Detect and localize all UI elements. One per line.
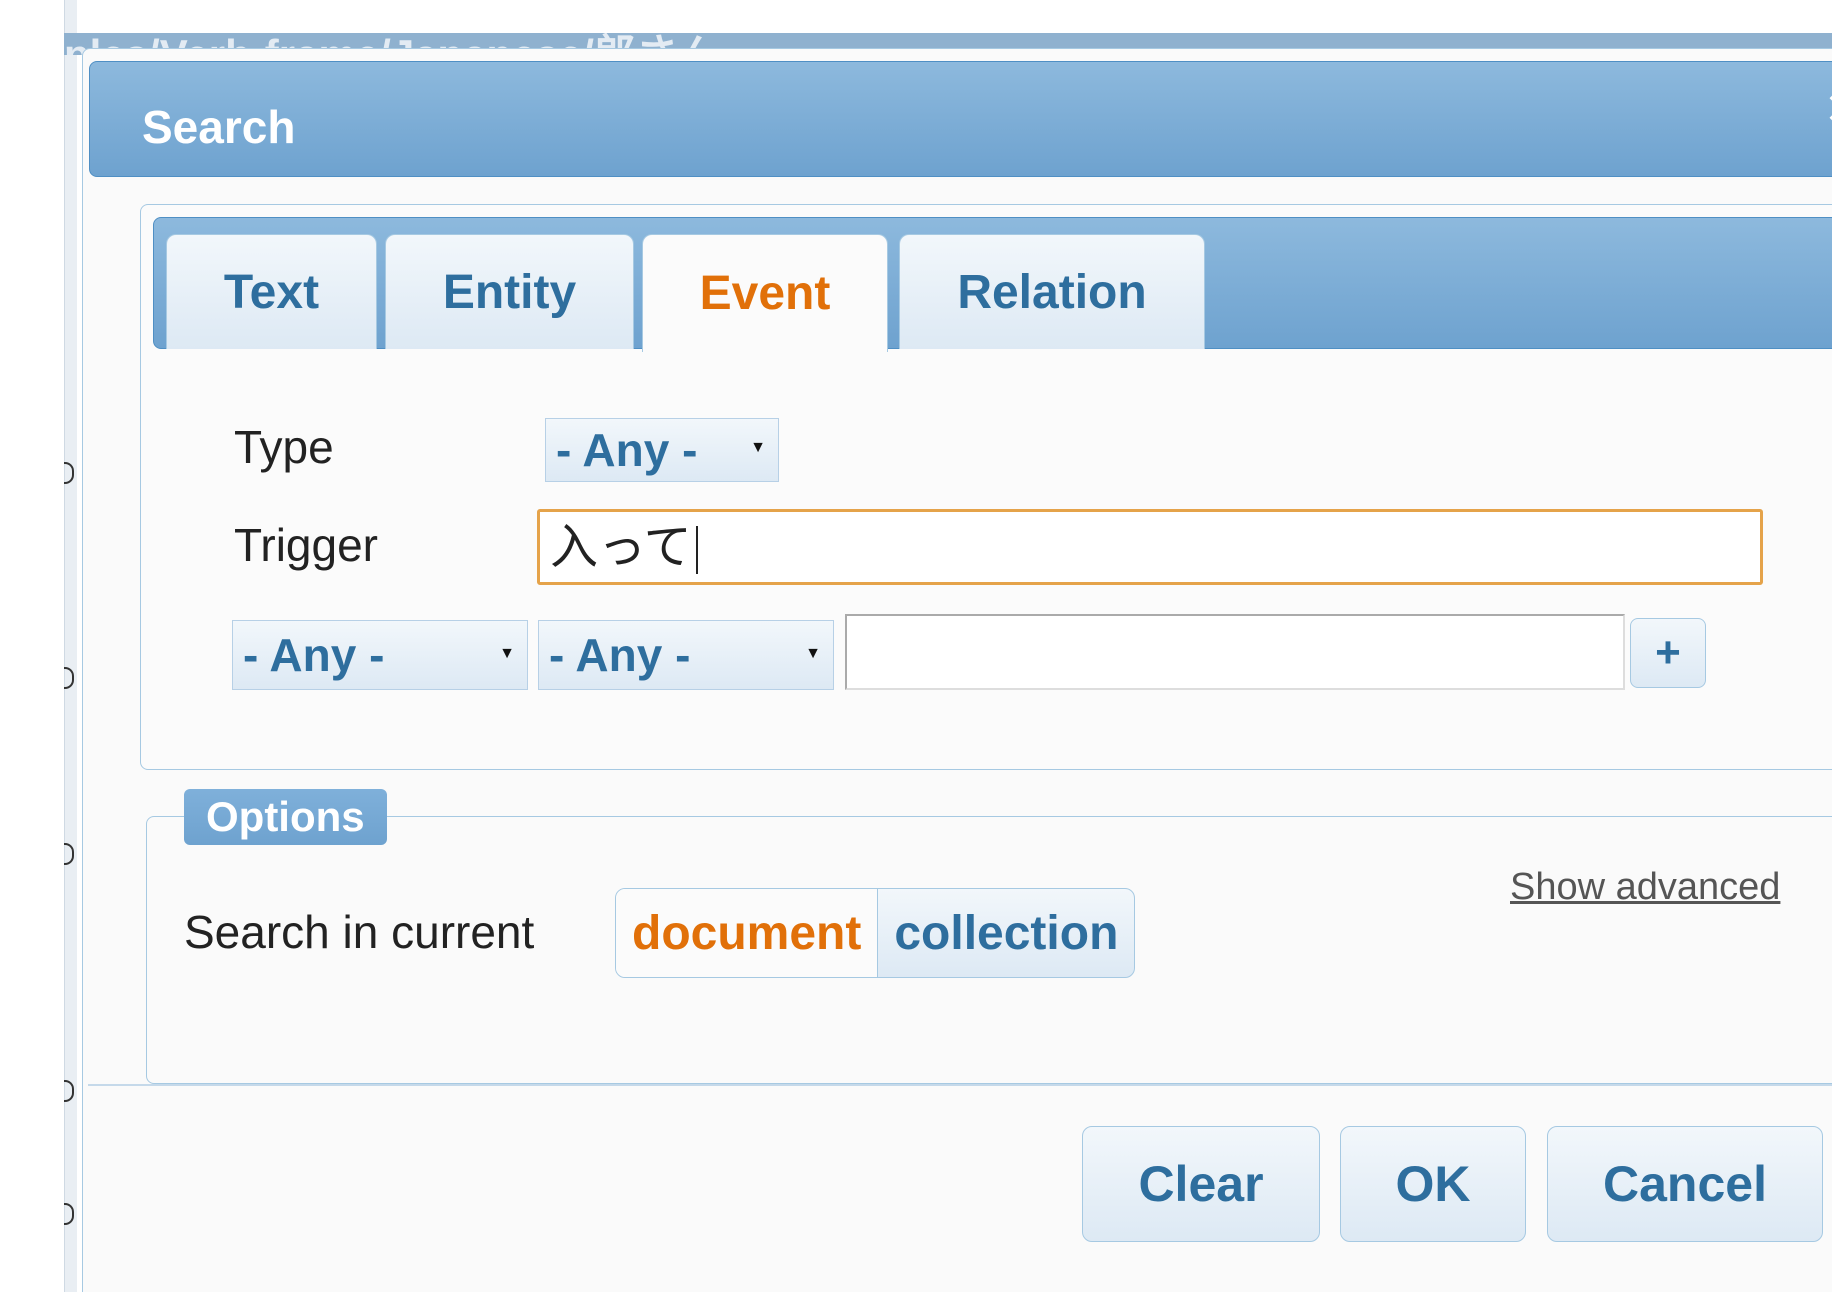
trigger-label: Trigger [234,519,378,571]
trigger-input-value: 入って [550,519,692,575]
tab-strip: Text Entity Event Relation [153,217,1832,352]
cancel-button[interactable]: Cancel [1547,1126,1823,1242]
close-icon[interactable]: ✕ [1824,84,1832,135]
ok-button[interactable]: OK [1340,1126,1526,1242]
text-caret [695,526,698,574]
argument-text-input[interactable] [845,614,1625,690]
tab-relation[interactable]: Relation [899,234,1205,349]
dialog-title: Search [142,101,296,153]
dialog-titlebar[interactable]: Search ✕ [89,61,1832,177]
scope-collection-button[interactable]: collection [878,889,1134,977]
add-argument-button[interactable]: + [1630,618,1706,688]
screen: ples/Verb-frame/Japanese/郎さん Search ✕ Te… [0,0,1832,1292]
argument-type-value: - Any - [549,629,691,681]
argument-role-value: - Any - [243,629,385,681]
clear-button[interactable]: Clear [1082,1126,1320,1242]
argument-role-select[interactable]: - Any - ▼ [232,620,528,690]
dropdown-arrow-icon: ▼ [499,645,515,662]
argument-type-select[interactable]: - Any - ▼ [538,620,834,690]
show-advanced-link[interactable]: Show advanced [1510,866,1780,909]
dropdown-arrow-icon: ▼ [805,645,821,662]
tab-entity[interactable]: Entity [385,234,634,349]
type-select[interactable]: - Any - ▼ [545,418,779,482]
trigger-input[interactable]: 入って [537,509,1763,585]
type-select-value: - Any - [556,424,698,476]
search-scope-buttonset: document collection [615,888,1136,978]
type-label: Type [234,421,334,473]
dropdown-arrow-icon: ▼ [750,439,766,456]
search-scope-label: Search in current [184,906,535,958]
tab-text[interactable]: Text [166,234,377,349]
dialog-divider [88,1084,1832,1086]
options-legend: Options [184,789,387,845]
tab-event[interactable]: Event [642,234,888,352]
scope-document-button[interactable]: document [616,889,879,977]
